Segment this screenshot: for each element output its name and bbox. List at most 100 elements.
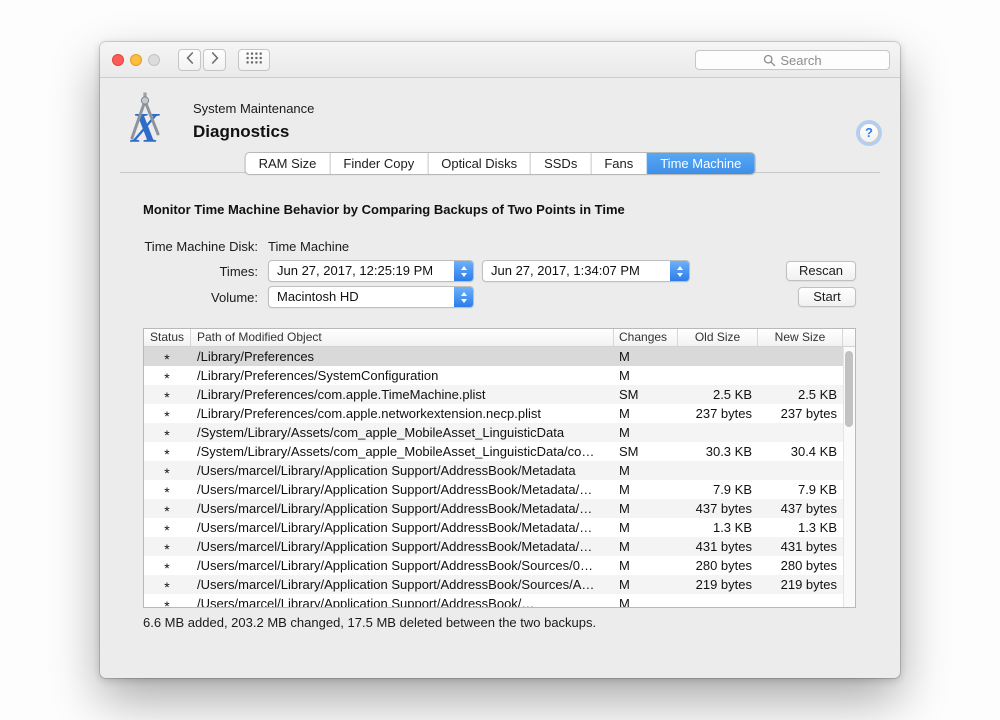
cell-path: /Library/Preferences/SystemConfiguration	[191, 366, 614, 385]
back-button[interactable]	[178, 49, 201, 71]
cell-path: /Library/Preferences	[191, 347, 614, 366]
time2-value: Jun 27, 2017, 1:34:07 PM	[491, 261, 640, 281]
column-header-path[interactable]: Path of Modified Object	[191, 329, 614, 346]
arrow-up-icon	[461, 266, 467, 270]
tab-finder-copy[interactable]: Finder Copy	[329, 153, 427, 174]
arrow-down-icon	[461, 273, 467, 277]
cell-old: 280 bytes	[678, 556, 758, 575]
table-row[interactable]: */Users/marcel/Library/Application Suppo…	[144, 556, 855, 575]
cell-new	[758, 594, 843, 607]
arrow-down-icon	[677, 273, 683, 277]
stepper-up-down-icon[interactable]	[454, 261, 473, 281]
rescan-button[interactable]: Rescan	[786, 261, 856, 281]
cell-old: 219 bytes	[678, 575, 758, 594]
cell-new: 437 bytes	[758, 499, 843, 518]
cell-status: *	[144, 556, 191, 575]
stepper-up-down-icon[interactable]	[454, 287, 473, 307]
cell-path: /System/Library/Assets/com_apple_MobileA…	[191, 442, 614, 461]
app-subtitle: System Maintenance	[193, 101, 314, 116]
table-row[interactable]: */Users/marcel/Library/Application Suppo…	[144, 537, 855, 556]
cell-status: *	[144, 423, 191, 442]
table-body: */Library/PreferencesM*/Library/Preferen…	[144, 347, 855, 607]
cell-path: /Users/marcel/Library/Application Suppor…	[191, 556, 614, 575]
cell-changes: M	[614, 461, 678, 480]
cell-old: 1.3 KB	[678, 518, 758, 537]
cell-status: *	[144, 366, 191, 385]
table-row[interactable]: */Users/marcel/Library/Application Suppo…	[144, 480, 855, 499]
app-icon: X	[122, 92, 168, 148]
cell-new	[758, 347, 843, 366]
cell-status: *	[144, 594, 191, 607]
table-row[interactable]: */System/Library/Assets/com_apple_Mobile…	[144, 423, 855, 442]
cell-old: 237 bytes	[678, 404, 758, 423]
column-header-status[interactable]: Status	[144, 329, 191, 346]
cell-status: *	[144, 518, 191, 537]
time1-select[interactable]: Jun 27, 2017, 12:25:19 PM	[268, 260, 474, 282]
cell-new: 7.9 KB	[758, 480, 843, 499]
cell-old: 7.9 KB	[678, 480, 758, 499]
table-row[interactable]: */Library/Preferences/SystemConfiguratio…	[144, 366, 855, 385]
tab-time-machine[interactable]: Time Machine	[646, 153, 754, 174]
titlebar[interactable]: Search	[100, 42, 900, 78]
cell-old: 2.5 KB	[678, 385, 758, 404]
cell-changes: SM	[614, 442, 678, 461]
tab-bar: RAM SizeFinder CopyOptical DisksSSDsFans…	[245, 152, 756, 175]
cell-status: *	[144, 404, 191, 423]
cell-status: *	[144, 461, 191, 480]
chevron-right-icon	[211, 51, 219, 69]
tab-optical-disks[interactable]: Optical Disks	[427, 153, 530, 174]
table-row[interactable]: */Users/marcel/Library/Application Suppo…	[144, 461, 855, 480]
help-button[interactable]: ?	[859, 123, 879, 143]
cell-new: 219 bytes	[758, 575, 843, 594]
table-row[interactable]: */Users/marcel/Library/Application Suppo…	[144, 575, 855, 594]
volume-select[interactable]: Macintosh HD	[268, 286, 474, 308]
close-button[interactable]	[112, 54, 124, 66]
cell-changes: M	[614, 480, 678, 499]
cell-status: *	[144, 480, 191, 499]
disk-label: Time Machine Disk:	[144, 239, 258, 254]
cell-path: /Users/marcel/Library/Application Suppor…	[191, 537, 614, 556]
cell-new: 237 bytes	[758, 404, 843, 423]
time2-select[interactable]: Jun 27, 2017, 1:34:07 PM	[482, 260, 690, 282]
zoom-button[interactable]	[148, 54, 160, 66]
volume-label: Volume:	[211, 290, 258, 305]
start-button[interactable]: Start	[798, 287, 856, 307]
column-header-spacer	[843, 329, 855, 346]
tab-ssds[interactable]: SSDs	[530, 153, 590, 174]
show-all-button[interactable]	[238, 49, 270, 71]
table-row[interactable]: */Users/marcel/Library/Application Suppo…	[144, 594, 855, 607]
cell-new	[758, 461, 843, 480]
search-icon	[763, 54, 776, 67]
cell-changes: M	[614, 366, 678, 385]
cell-new: 2.5 KB	[758, 385, 843, 404]
tab-ram-size[interactable]: RAM Size	[246, 153, 330, 174]
cell-new: 1.3 KB	[758, 518, 843, 537]
cell-new	[758, 423, 843, 442]
column-header-old-size[interactable]: Old Size	[678, 329, 758, 346]
cell-path: /Users/marcel/Library/Application Suppor…	[191, 499, 614, 518]
tab-fans[interactable]: Fans	[590, 153, 646, 174]
cell-changes: M	[614, 556, 678, 575]
column-header-new-size[interactable]: New Size	[758, 329, 843, 346]
minimize-button[interactable]	[130, 54, 142, 66]
table-row[interactable]: */Users/marcel/Library/Application Suppo…	[144, 518, 855, 537]
scrollbar-thumb[interactable]	[845, 351, 853, 427]
column-header-changes[interactable]: Changes	[614, 329, 678, 346]
table-row[interactable]: */System/Library/Assets/com_apple_Mobile…	[144, 442, 855, 461]
arrow-down-icon	[461, 299, 467, 303]
cell-old	[678, 461, 758, 480]
stepper-up-down-icon[interactable]	[670, 261, 689, 281]
time1-value: Jun 27, 2017, 12:25:19 PM	[277, 261, 433, 281]
table-row[interactable]: */Users/marcel/Library/Application Suppo…	[144, 499, 855, 518]
scrollbar-track[interactable]	[843, 347, 855, 607]
forward-button[interactable]	[203, 49, 226, 71]
cell-old	[678, 366, 758, 385]
disk-value: Time Machine	[268, 239, 349, 254]
summary-text: 6.6 MB added, 203.2 MB changed, 17.5 MB …	[143, 615, 596, 630]
table-row[interactable]: */Library/PreferencesM	[144, 347, 855, 366]
section-heading: Monitor Time Machine Behavior by Compari…	[143, 202, 625, 217]
cell-old: 30.3 KB	[678, 442, 758, 461]
search-input[interactable]: Search	[695, 50, 890, 70]
table-row[interactable]: */Library/Preferences/com.apple.networke…	[144, 404, 855, 423]
table-row[interactable]: */Library/Preferences/com.apple.TimeMach…	[144, 385, 855, 404]
